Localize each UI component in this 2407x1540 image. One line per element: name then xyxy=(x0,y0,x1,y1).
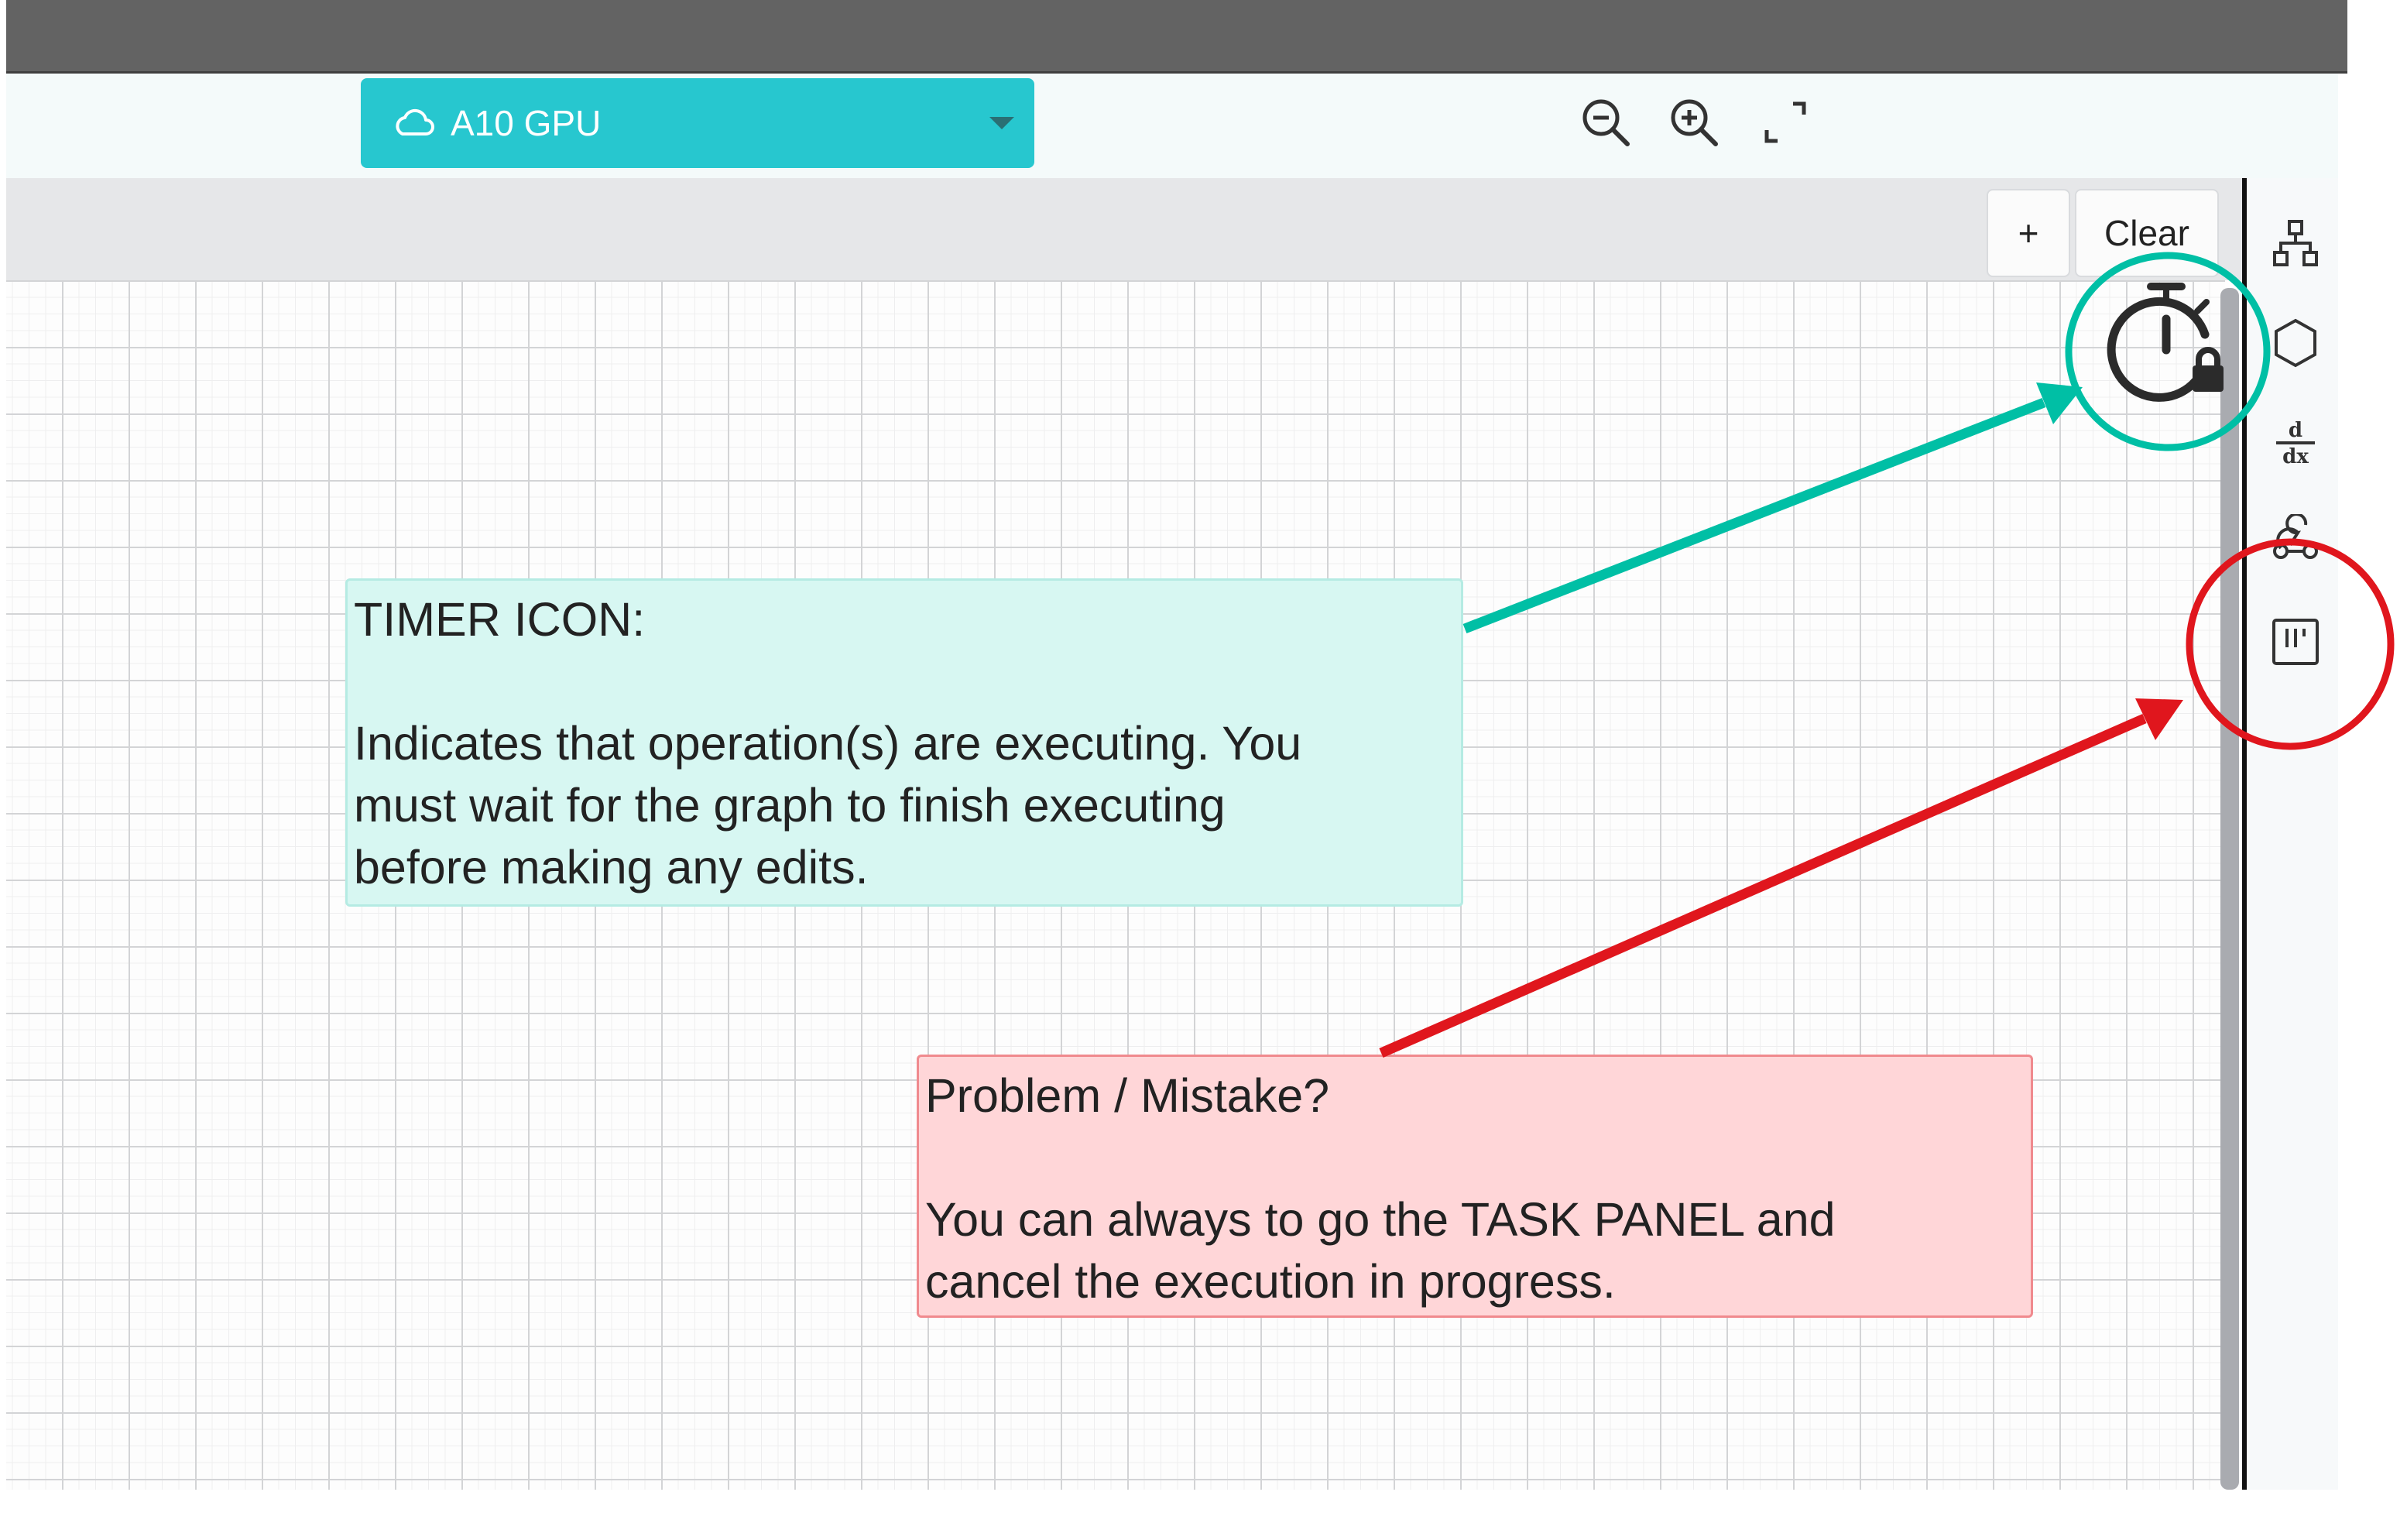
instance-selector[interactable]: A10 GPU xyxy=(361,78,1034,168)
derivative-bottom: dx xyxy=(2282,445,2309,468)
problem-annotation-heading: Problem / Mistake? xyxy=(925,1069,1330,1122)
timer-lock-icon xyxy=(2107,283,2224,402)
webhook-icon[interactable] xyxy=(2270,514,2321,565)
derivative-top: d xyxy=(2289,419,2302,442)
timer-annotation-heading: TIMER ICON: xyxy=(354,593,646,646)
derivative-icon[interactable]: d dx xyxy=(2270,417,2321,468)
add-button[interactable]: + xyxy=(1987,189,2070,277)
zoom-in-icon[interactable] xyxy=(1666,94,1722,150)
clear-button[interactable]: Clear xyxy=(2075,189,2219,277)
timer-annotation-line: before making any edits. xyxy=(354,841,869,893)
problem-annotation: Problem / Mistake? You can always to go … xyxy=(917,1055,2033,1318)
problem-annotation-line: cancel the execution in progress. xyxy=(925,1255,1616,1308)
canvas-scrollbar[interactable] xyxy=(2220,288,2239,1490)
task-panel-icon[interactable] xyxy=(2270,616,2321,667)
timer-annotation-line: must wait for the graph to finish execut… xyxy=(354,779,1226,832)
window-top-bar xyxy=(6,0,2347,74)
problem-annotation-line: You can always to go the TASK PANEL and xyxy=(925,1193,1836,1246)
timer-annotation-line: Indicates that operation(s) are executin… xyxy=(354,717,1302,770)
right-sidebar xyxy=(2247,178,2338,1490)
canvas-header xyxy=(6,178,2242,280)
timer-annotation: TIMER ICON: Indicates that operation(s) … xyxy=(345,578,1463,907)
instance-label: A10 GPU xyxy=(451,103,602,143)
hexagon-icon[interactable] xyxy=(2270,317,2321,369)
cloud-icon xyxy=(396,108,434,135)
chevron-down-icon xyxy=(989,117,1014,129)
graph-icon[interactable] xyxy=(2270,218,2321,269)
main-toolbar xyxy=(6,74,2338,178)
zoom-out-icon[interactable] xyxy=(1578,94,1634,150)
fit-screen-icon[interactable] xyxy=(1757,94,1813,150)
